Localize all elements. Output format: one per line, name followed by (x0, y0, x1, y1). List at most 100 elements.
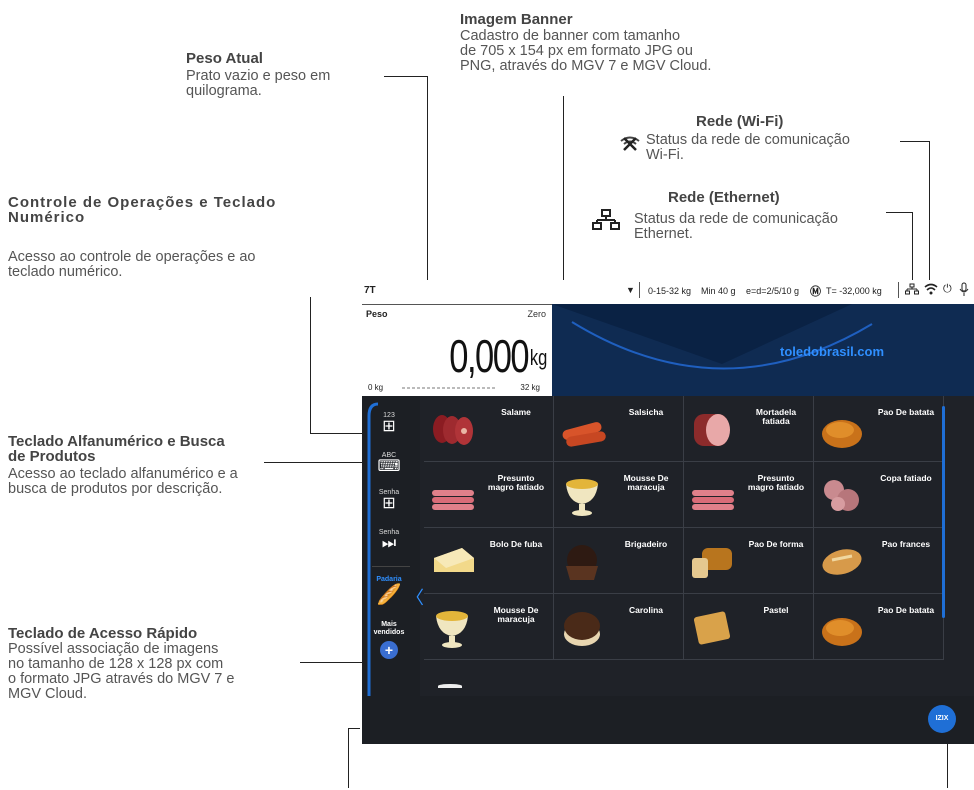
product-tile[interactable]: Mousse De maracuja (424, 594, 554, 660)
rapido-annotation-title: Teclado de Acesso Rápido (8, 625, 198, 642)
product-tile[interactable]: Pastel (684, 594, 814, 660)
wifi-annotation-text: Status da rede de comunicação Wi-Fi. (646, 133, 850, 163)
banner-annotation-line: Cadastro de banner com tamanho (460, 28, 681, 44)
alfanumerico-title-line: de Produtos (8, 448, 96, 465)
senha-next-button[interactable]: Senha ⏭ (372, 529, 406, 552)
alfanumerico-title-line: Teclado Alfanumérico e Busca (8, 433, 225, 450)
product-label: Presunto magro fatiado (747, 473, 805, 492)
product-label: Brigadeiro (624, 539, 668, 549)
peso-annotation-title: Peso Atual (186, 50, 263, 67)
zero-label: Zero (527, 309, 546, 319)
product-label: Carolina (628, 605, 663, 615)
product-label: Pao frances (881, 539, 931, 549)
plus-icon: + (380, 641, 398, 659)
ethernet-annotation-line: Status da rede de comunicação (634, 211, 838, 227)
pastel-image (693, 611, 731, 645)
product-tile[interactable]: Presunto magro fatiado (424, 462, 554, 528)
microphone-icon (959, 282, 969, 299)
wifi-annotation-line: Wi-Fi. (646, 147, 684, 163)
peso-annotation-line: Prato vazio e peso em (186, 68, 331, 84)
product-label: Salsicha (628, 407, 664, 417)
bread-icon: 🥖 (376, 584, 402, 606)
division-text: e=d=2/5/10 g (746, 286, 800, 296)
capacity-text: 0-15-32 kg (648, 286, 692, 296)
product-tile[interactable]: Copa fatiado (814, 462, 944, 528)
banner-annotation-title: Imagem Banner (460, 11, 573, 28)
izix-logo-button[interactable]: IZIX (928, 705, 956, 733)
controle-annotation-line: teclado numérico. (8, 264, 123, 280)
product-label: Mousse De maracuja (623, 473, 669, 492)
rapido-annotation-line: Possível associação de imagens (8, 641, 219, 657)
numeric-keypad-button[interactable]: 123 ⊞ (372, 412, 406, 435)
ethernet-annotation-line: Ethernet. (634, 226, 693, 242)
product-tile[interactable]: Pao frances (814, 528, 944, 594)
banner-graphic (552, 304, 873, 370)
carolina-image (564, 612, 600, 646)
power-status-icon: ⏻ (943, 283, 952, 295)
product-tile[interactable]: Mousse De maracuja (554, 462, 684, 528)
controle-annotation-line: Acesso ao controle de operações e ao (8, 249, 256, 265)
product-label: Copa fatiado (880, 473, 932, 483)
mortadela-image (694, 414, 730, 446)
product-tile[interactable]: Salame (424, 396, 554, 462)
alfanumerico-annotation-text: Acesso ao teclado alfanumérico e a busca… (8, 467, 238, 497)
alfanumerico-annotation-line: busca de produtos por descrição. (8, 481, 223, 497)
product-tile[interactable]: Bolo De fuba (424, 528, 554, 594)
weight-panel: Peso Zero 0,000 kg 0 kg 32 kg (362, 304, 552, 397)
category-mais-vendidos[interactable]: Mais vendidos + (372, 621, 406, 659)
ethernet-annotation-text: Status da rede de comunicação Ethernet. (634, 212, 838, 242)
product-tile[interactable]: Carolina (554, 594, 684, 660)
partial-product-image (438, 684, 462, 688)
range-min: 0 kg (368, 383, 384, 392)
product-tile[interactable]: Brigadeiro (554, 528, 684, 594)
weight-unit: kg (529, 345, 547, 370)
product-label: Pao De batata (877, 605, 935, 615)
product-label: Presunto magro fatiado (487, 473, 545, 492)
salame-image (433, 415, 473, 445)
product-tile[interactable]: Mortadela fatiada (684, 396, 814, 462)
range-max: 32 kg (520, 383, 540, 392)
min-text: Min 40 g (701, 286, 736, 296)
ethernet-icon (591, 208, 621, 237)
product-label: Mortadela fatiada (755, 407, 797, 426)
rapido-annotation-text: Possível associação de imagens no tamanh… (8, 642, 234, 702)
banner-annotation-line: de 705 x 154 px em formato JPG ou (460, 43, 693, 59)
dropdown-arrow-icon[interactable]: ▼ (626, 285, 635, 295)
product-label: Salame (501, 407, 531, 417)
wifi-off-icon (618, 134, 642, 157)
status-bar: 7T ▼ 0-15-32 kg Min 40 g e=d=2/5/10 g Ⓜ … (360, 280, 974, 304)
copa-image (824, 480, 859, 511)
rapido-annotation-line: o formato JPG através do MGV 7 e (8, 671, 235, 687)
controle-title-line: Numérico (8, 209, 86, 226)
alfanumerico-annotation-line: Acesso ao teclado alfanumérico e a (8, 466, 238, 482)
product-tile[interactable]: Presunto magro fatiado (684, 462, 814, 528)
pao-frances-image (822, 549, 862, 575)
peso-annotation-line: quilograma. (186, 83, 262, 99)
rapido-annotation-line: no tamanho de 128 x 128 px com (8, 656, 224, 672)
product-tile[interactable]: Pao De batata (814, 594, 944, 660)
alphanumeric-keyboard-button[interactable]: ABC ⌨ (372, 452, 406, 475)
footer-bar: IZIX (362, 696, 974, 744)
pao-de-batata-image (822, 420, 862, 448)
banner: toledobrasil.com (552, 304, 974, 396)
controle-title-line: Controle de Operações e Teclado (8, 194, 277, 211)
weight-range-bar (402, 387, 496, 389)
pao-de-forma-image (692, 548, 732, 578)
senha-keypad-button[interactable]: Senha ⊞ (372, 489, 406, 512)
product-tile[interactable]: Salsicha (554, 396, 684, 462)
banner-annotation-text: Cadastro de banner com tamanho de 705 x … (460, 29, 711, 74)
scrollbar[interactable] (942, 406, 945, 618)
presunto-image (692, 490, 734, 510)
product-label: Pastel (763, 605, 789, 615)
ethernet-status-icon (905, 283, 919, 298)
chevron-left-icon[interactable]: 〈 (406, 584, 424, 610)
peso-annotation-text: Prato vazio e peso em quilograma. (186, 69, 330, 99)
product-grid: Salame Salsicha Mortadela fatiada Pao De… (424, 396, 954, 688)
app-main: 123 ⊞ ABC ⌨ Senha ⊞ Senha ⏭ Padaria 🥖 〈 … (362, 396, 974, 744)
ethernet-annotation-title: Rede (Ethernet) (668, 189, 780, 206)
category-mais-vendidos-label: Mais vendidos (373, 621, 405, 636)
product-tile[interactable]: Pao De forma (684, 528, 814, 594)
brigadeiro-image (566, 545, 598, 580)
category-padaria[interactable]: Padaria 🥖 (372, 576, 406, 607)
product-tile[interactable]: Pao De batata (814, 396, 944, 462)
